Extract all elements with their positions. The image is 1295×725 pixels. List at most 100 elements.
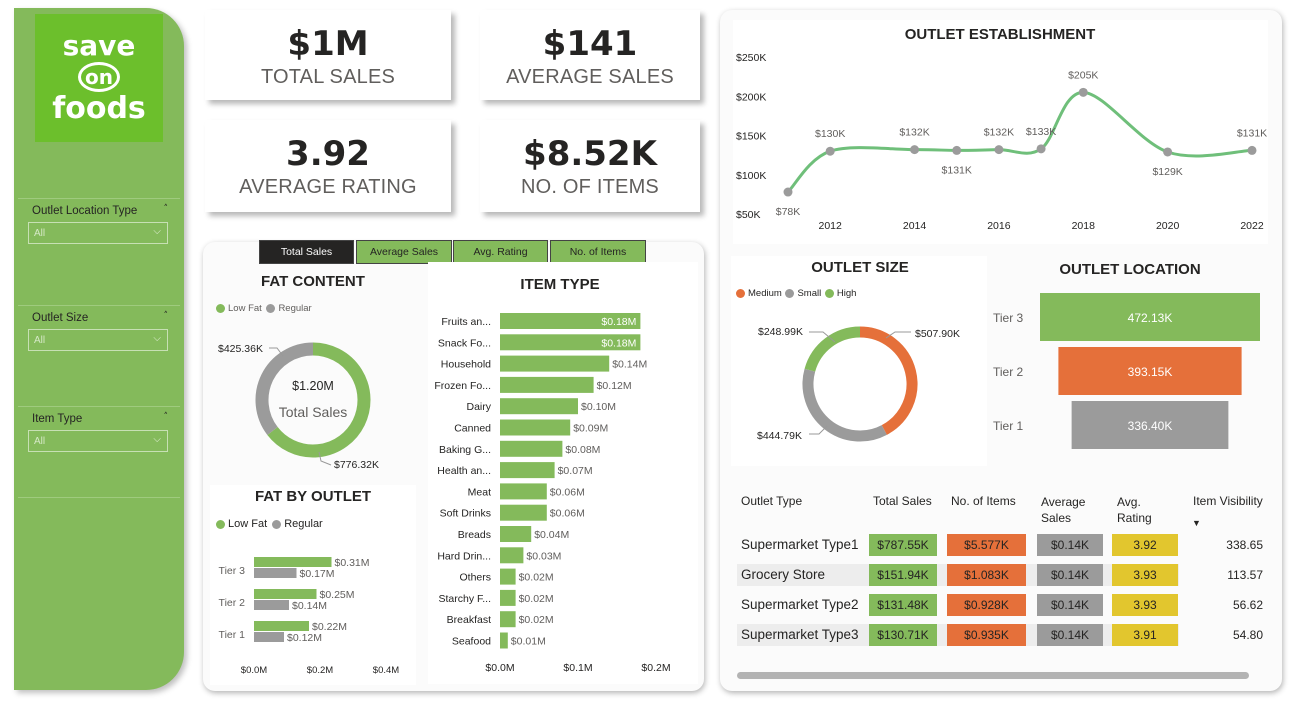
filter-outlet-size: Outlet Size ˄ All ⌵ (18, 305, 180, 395)
axis-tick-label: $0.1M (563, 662, 592, 674)
outlet-size-legend: Medium Small High (736, 288, 856, 299)
donut-center-label: Total Sales (279, 404, 347, 420)
data-label: $507.90K (915, 328, 960, 340)
data-label: $0.17M (300, 568, 335, 580)
data-label: $0.18M (601, 316, 636, 328)
regular-legend-dot (266, 303, 276, 313)
category-label: Breakfast (447, 614, 491, 626)
header-no-of-items[interactable]: No. of Items (951, 494, 1016, 508)
filter-title: Item Type (32, 413, 83, 425)
cell-outlet-type: Supermarket Type2 (741, 597, 859, 612)
horizontal-scrollbar[interactable] (737, 672, 1249, 679)
table-cell: $131.48K (869, 594, 937, 616)
data-label: $131K (942, 164, 972, 176)
kpi-label: NO. OF ITEMS (521, 176, 659, 198)
axis-tick-label: $250K (736, 52, 766, 64)
data-label: $131K (1237, 127, 1267, 139)
table-row[interactable]: Grocery Store $151.94K $1.083K $0.14K 3.93 11… (735, 564, 1270, 586)
tab-no-of-items[interactable]: No. of Items (550, 240, 646, 264)
data-label: $0.06M (550, 486, 585, 498)
kpi-label: TOTAL SALES (260, 66, 396, 88)
header-average-sales[interactable]: Average Sales (1041, 494, 1101, 526)
small-legend-dot (785, 288, 795, 298)
item-type-bar (500, 589, 516, 606)
regular-legend-dot (272, 519, 282, 529)
item-type-bar (500, 355, 610, 372)
data-label: $205K (1068, 69, 1098, 81)
data-label: $0.12M (287, 632, 322, 644)
outlet-location-type-dropdown[interactable]: All ⌵ (28, 222, 168, 244)
header-avg-rating[interactable]: Avg. Rating (1117, 494, 1162, 526)
tab-total-sales[interactable]: Total Sales (259, 240, 354, 264)
outlet-establishment-chart: $250K $200K $150K $100K $50K 2012 2014 2016 2018… (736, 52, 1267, 232)
category-label: Fruits an... (441, 316, 491, 328)
table-cell: $0.935K (947, 624, 1026, 646)
item-type-bar (500, 376, 594, 393)
table-row[interactable]: Supermarket Type2 $131.48K $0.928K $0.14K 3.… (735, 594, 1270, 616)
chevron-up-icon[interactable]: ˄ (164, 311, 169, 321)
data-label: $0.09M (573, 423, 608, 435)
category-label: Hard Drin... (437, 550, 491, 562)
data-label: $0.08M (565, 444, 600, 456)
category-label: Tier 3 (219, 565, 246, 577)
data-label: $444.79K (757, 430, 802, 442)
item-type-bar (500, 419, 571, 436)
category-label: Household (441, 359, 491, 371)
table-cell: $5.577K (947, 534, 1026, 556)
data-label: $0.04M (534, 529, 569, 541)
item-type-bar (500, 504, 547, 521)
axis-tick-label: $0.4M (373, 665, 399, 676)
category-label: Frozen Fo... (434, 380, 491, 392)
item-type-bar (500, 526, 532, 542)
data-point (783, 187, 793, 197)
tab-avg-rating[interactable]: Avg. Rating (453, 240, 548, 264)
sort-desc-icon[interactable]: ▼ (1192, 518, 1201, 528)
category-label: Soft Drinks (440, 508, 491, 520)
outlet-size-dropdown[interactable]: All ⌵ (28, 329, 168, 351)
category-label: Meat (468, 486, 491, 498)
fat-by-outlet-chart: Tier 3$0.31M$0.17MTier 2$0.25M$0.14MTier… (219, 557, 399, 676)
data-label: $0.31M (335, 557, 370, 569)
data-label: 336.40K (1128, 419, 1173, 433)
filter-title: Outlet Location Type (32, 205, 138, 217)
kpi-label: AVERAGE RATING (239, 176, 417, 198)
item-type-chart: Fruits an... $0.18M Snack Fo... $0.18M House… (434, 313, 671, 674)
axis-tick-label: $200K (736, 91, 766, 103)
axis-tick-label: $0.2M (641, 662, 670, 674)
chevron-down-icon: ⌵ (153, 226, 161, 237)
chevron-up-icon[interactable]: ˄ (164, 412, 169, 422)
data-label: 472.13K (1128, 311, 1173, 325)
table-row[interactable]: Supermarket Type3 $130.71K $0.935K $0.14K 3.… (735, 624, 1270, 646)
item-type-bar (500, 632, 508, 649)
data-point (1078, 87, 1088, 97)
bar-regular (254, 632, 284, 642)
data-label: $0.03M (526, 550, 561, 562)
table-cell: 56.62 (1232, 598, 1263, 612)
table-row[interactable]: Supermarket Type1 $787.55K $5.577K $0.14K 3.… (735, 534, 1270, 556)
category-label: Tier 2 (993, 365, 1024, 379)
axis-tick-label: 2016 (987, 220, 1011, 232)
data-point (1163, 147, 1173, 157)
data-label: $248.99K (758, 326, 803, 338)
save-on-foods-logo: save on foods (35, 14, 163, 142)
table-cell: 338.65 (1226, 538, 1263, 552)
fat-content-donut: $776.32K $425.36K $1.20M Total Sales (218, 342, 379, 471)
chevron-up-icon[interactable]: ˄ (164, 204, 169, 214)
kpi-label: AVERAGE SALES (506, 66, 674, 88)
item-type-dropdown[interactable]: All ⌵ (28, 430, 168, 452)
cell-outlet-type: Supermarket Type3 (741, 627, 859, 642)
category-label: Tier 3 (993, 311, 1024, 325)
header-item-visibility[interactable]: Item Visibility (1193, 494, 1263, 508)
fat-by-outlet-title: FAT BY OUTLET (254, 488, 372, 505)
kpi-value: $1M (287, 24, 369, 64)
tab-average-sales[interactable]: Average Sales (356, 240, 452, 264)
category-label: Tier 1 (219, 629, 246, 641)
header-outlet-type[interactable]: Outlet Type (741, 494, 802, 508)
item-type-bar (500, 483, 547, 500)
data-label: 393.15K (1128, 365, 1173, 379)
table-cell: 3.91 (1112, 624, 1178, 646)
header-total-sales[interactable]: Total Sales (873, 494, 932, 508)
cell-outlet-type: Supermarket Type1 (741, 537, 859, 552)
fat-by-outlet-legend: Low Fat Regular (216, 518, 323, 530)
data-label: $0.02M (519, 593, 554, 605)
